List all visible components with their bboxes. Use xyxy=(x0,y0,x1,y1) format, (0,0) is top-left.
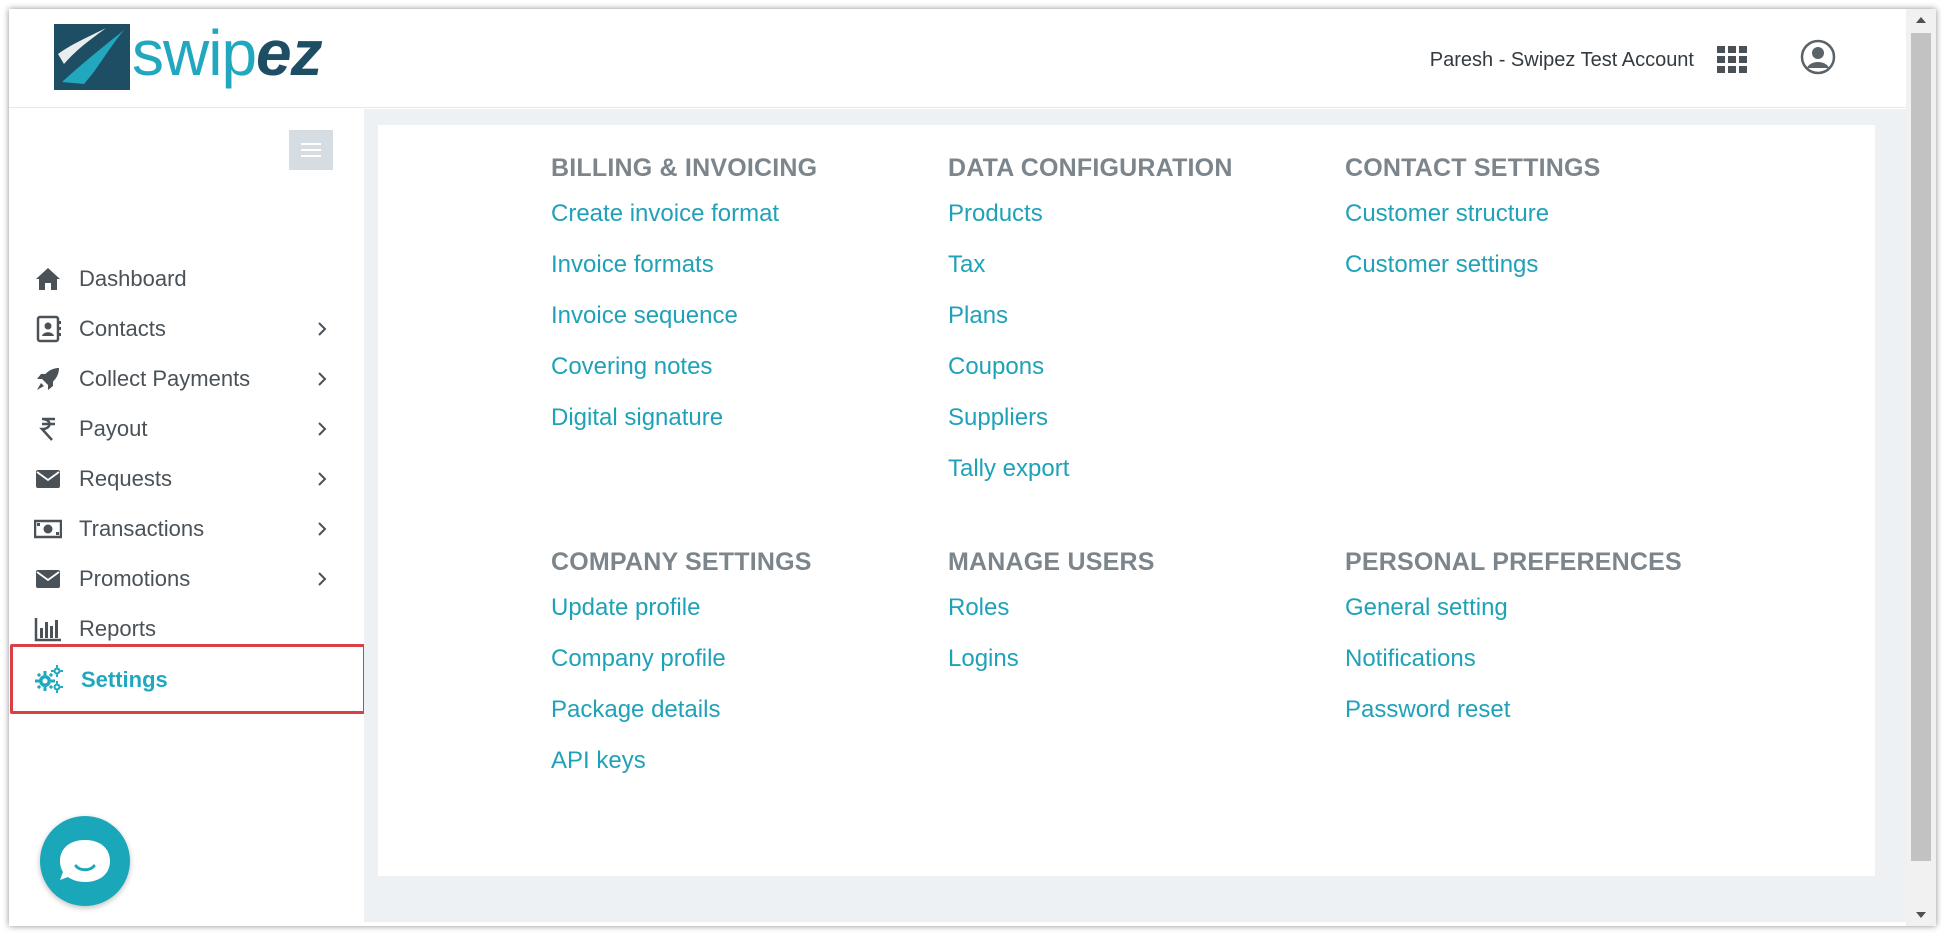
link-plans[interactable]: Plans xyxy=(948,301,1328,352)
vertical-scrollbar[interactable] xyxy=(1906,9,1936,926)
scroll-down-arrow-icon[interactable] xyxy=(1906,904,1936,926)
link-tally-export[interactable]: Tally export xyxy=(948,454,1328,505)
bottom-edge xyxy=(9,922,1906,926)
chat-bubble-icon xyxy=(60,840,110,882)
grid-icon[interactable] xyxy=(1716,43,1748,75)
link-update-profile[interactable]: Update profile xyxy=(551,593,931,644)
sidebar-item-label: Reports xyxy=(79,616,157,641)
sidebar-item-label: Collect Payments xyxy=(79,366,251,391)
chevron-right-icon xyxy=(318,522,327,536)
section-personal-preferences: PERSONAL PREFERENCES General setting Not… xyxy=(1345,545,1725,746)
link-digital-signature[interactable]: Digital signature xyxy=(551,403,931,454)
link-password-reset[interactable]: Password reset xyxy=(1345,695,1725,746)
chat-button[interactable] xyxy=(40,816,130,906)
link-customer-settings[interactable]: Customer settings xyxy=(1345,250,1725,301)
rocket-icon xyxy=(37,368,59,390)
section-data-configuration: DATA CONFIGURATION Products Tax Plans Co… xyxy=(948,151,1328,505)
link-logins[interactable]: Logins xyxy=(948,644,1328,695)
sidebar-item-label: Requests xyxy=(79,466,172,491)
section-contact-settings: CONTACT SETTINGS Customer structure Cust… xyxy=(1345,151,1725,301)
top-header: swipez Paresh - Swipez Test Account xyxy=(9,9,1906,108)
section-title: PERSONAL PREFERENCES xyxy=(1345,548,1682,576)
section-billing-invoicing: BILLING & INVOICING Create invoice forma… xyxy=(551,151,931,454)
link-notifications[interactable]: Notifications xyxy=(1345,644,1725,695)
section-company-settings: COMPANY SETTINGS Update profile Company … xyxy=(551,545,931,797)
money-icon xyxy=(34,519,62,539)
scrollbar-thumb[interactable] xyxy=(1911,33,1931,861)
link-customer-structure[interactable]: Customer structure xyxy=(1345,199,1725,250)
chevron-right-icon xyxy=(318,372,327,386)
contact-book-icon xyxy=(36,315,61,343)
link-tax[interactable]: Tax xyxy=(948,250,1328,301)
sidebar-item-label: Payout xyxy=(79,416,148,441)
bar-chart-icon xyxy=(34,618,61,642)
link-coupons[interactable]: Coupons xyxy=(948,352,1328,403)
link-roles[interactable]: Roles xyxy=(948,593,1328,644)
link-company-profile[interactable]: Company profile xyxy=(551,644,931,695)
home-icon xyxy=(36,268,60,290)
link-invoice-formats[interactable]: Invoice formats xyxy=(551,250,931,301)
link-invoice-sequence[interactable]: Invoice sequence xyxy=(551,301,931,352)
sidebar-item-label: Settings xyxy=(81,667,168,692)
chevron-right-icon xyxy=(318,322,327,336)
envelope-icon xyxy=(36,470,60,488)
section-title: BILLING & INVOICING xyxy=(551,154,818,182)
chevron-right-icon xyxy=(318,422,327,436)
section-manage-users: MANAGE USERS Roles Logins xyxy=(948,545,1328,695)
swipez-logo-mark xyxy=(54,24,130,90)
main-content: BILLING & INVOICING Create invoice forma… xyxy=(364,109,1906,926)
link-products[interactable]: Products xyxy=(948,199,1328,250)
sidebar-item-label: Promotions xyxy=(79,566,191,591)
link-package-details[interactable]: Package details xyxy=(551,695,931,746)
section-title: CONTACT SETTINGS xyxy=(1345,154,1601,182)
link-suppliers[interactable]: Suppliers xyxy=(948,403,1328,454)
sidebar-item-label: Dashboard xyxy=(79,266,187,291)
envelope-icon xyxy=(36,570,60,588)
sidebar-item-label: Transactions xyxy=(79,516,205,541)
link-covering-notes[interactable]: Covering notes xyxy=(551,352,931,403)
gears-icon xyxy=(35,665,63,693)
sidebar-item-settings[interactable]: Settings xyxy=(10,644,366,714)
chevron-right-icon xyxy=(318,572,327,586)
swipez-wordmark: swipez xyxy=(132,17,323,89)
link-api-keys[interactable]: API keys xyxy=(551,746,931,797)
rupee-icon xyxy=(39,417,55,441)
section-title: MANAGE USERS xyxy=(948,548,1155,576)
link-general-setting[interactable]: General setting xyxy=(1345,593,1725,644)
link-create-invoice-format[interactable]: Create invoice format xyxy=(551,199,931,250)
sidebar-toggle-button[interactable] xyxy=(289,130,333,170)
user-circle-icon[interactable] xyxy=(1800,39,1836,75)
section-title: COMPANY SETTINGS xyxy=(551,548,812,576)
section-title: DATA CONFIGURATION xyxy=(948,154,1233,182)
settings-card: BILLING & INVOICING Create invoice forma… xyxy=(378,125,1875,876)
app-window: swipez Paresh - Swipez Test Account Dash… xyxy=(9,9,1936,926)
sidebar-item-label: Contacts xyxy=(79,316,166,341)
account-name[interactable]: Paresh - Swipez Test Account xyxy=(1430,49,1694,72)
scroll-up-arrow-icon[interactable] xyxy=(1906,9,1936,31)
sidebar: Dashboard Contacts Collect Payments Payo… xyxy=(9,109,366,926)
chevron-right-icon xyxy=(318,472,327,486)
swipez-logo[interactable]: swipez xyxy=(54,17,354,104)
